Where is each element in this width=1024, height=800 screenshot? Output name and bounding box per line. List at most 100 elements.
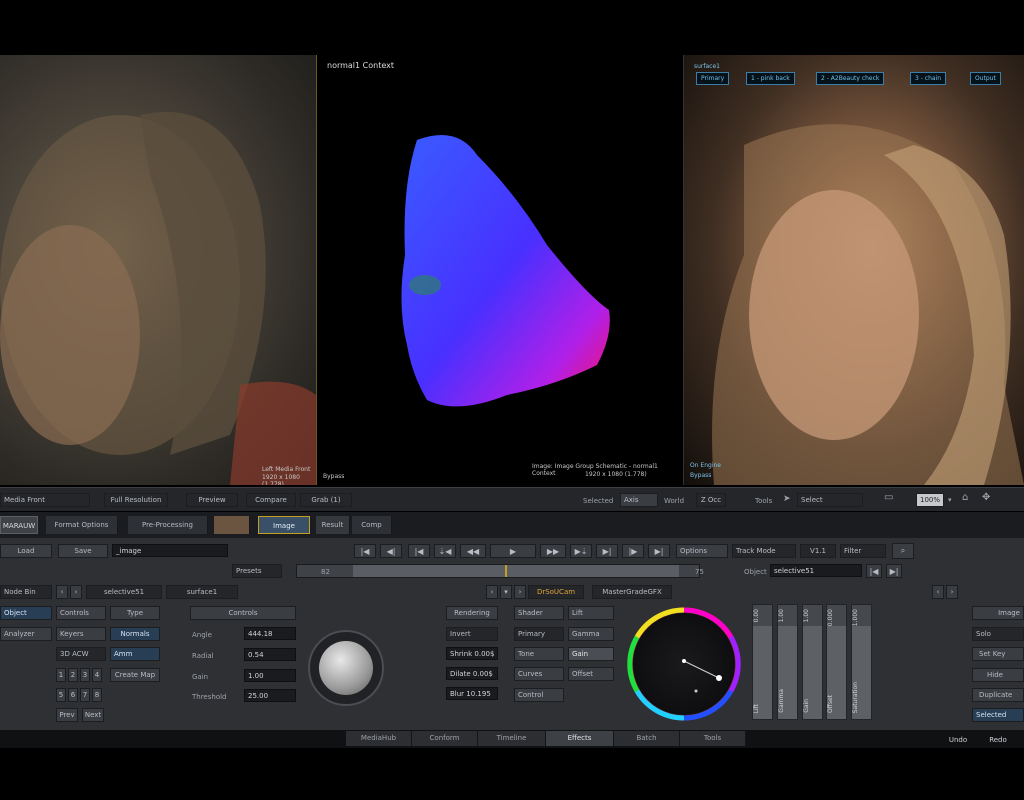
master-grade-tab[interactable]: MasterGradeGFX <box>592 585 672 599</box>
bin-next-button[interactable]: › <box>70 585 82 599</box>
trackball-sphere[interactable] <box>319 641 373 695</box>
analyzer-button[interactable]: Analyzer <box>0 627 52 641</box>
offset-slider[interactable]: 0.000 Offset <box>826 604 847 720</box>
num-8-button[interactable]: 8 <box>92 688 102 702</box>
controls-header[interactable]: Controls <box>190 606 296 620</box>
panel-next-button[interactable]: › <box>946 585 958 599</box>
duplicate-button[interactable]: Duplicate <box>972 688 1024 702</box>
monitor-icon[interactable]: ▭ <box>884 493 893 503</box>
undo-button[interactable]: Undo <box>940 734 976 748</box>
compare-button[interactable]: Compare <box>246 493 296 507</box>
save-button[interactable]: Save <box>58 544 108 558</box>
num-7-button[interactable]: 7 <box>80 688 90 702</box>
tab-batch[interactable]: Batch <box>614 731 680 746</box>
tab-timeline[interactable]: Timeline <box>478 731 546 746</box>
tone-button[interactable]: Tone <box>514 647 564 661</box>
normal-trackball[interactable] <box>308 630 384 706</box>
tab-image-thumbnail[interactable] <box>214 516 250 534</box>
output-label-beauty-check[interactable]: 2 - A2Beauty check <box>816 72 885 85</box>
viewer-left[interactable]: Left Media Front 1920 x 1080 (1.778) <box>0 55 316 485</box>
angle-field[interactable]: 444.18 <box>244 627 296 640</box>
selective-tab[interactable]: selective51 <box>86 585 162 599</box>
full-resolution-button[interactable]: Full Resolution <box>104 493 168 507</box>
num-6-button[interactable]: 6 <box>68 688 78 702</box>
tab-conform[interactable]: Conform <box>412 731 478 746</box>
cam-down-button[interactable]: ▾ <box>500 585 512 599</box>
output-label-primary[interactable]: Primary <box>696 72 730 85</box>
num-3-button[interactable]: 3 <box>80 668 90 682</box>
num-2-button[interactable]: 2 <box>68 668 78 682</box>
num-1-button[interactable]: 1 <box>56 668 66 682</box>
tab-tools[interactable]: Tools <box>680 731 746 746</box>
rendering-button[interactable]: Rendering <box>446 606 498 620</box>
gain-button[interactable]: Gain <box>568 647 614 661</box>
track-mode-dropdown[interactable]: Track Mode <box>732 544 796 558</box>
cursor-icon[interactable]: ➤ <box>783 494 791 504</box>
saturation-slider[interactable]: 1.000 Saturation <box>851 604 872 720</box>
amm-field[interactable]: Amm <box>110 647 160 661</box>
viewer-middle[interactable]: normal1 Context Image: Image Group Schem… <box>316 55 684 485</box>
solo-toggle[interactable]: Solo <box>972 627 1024 641</box>
camera-tab[interactable]: DrSoUCam <box>528 585 584 599</box>
tab-pre-processing[interactable]: Pre-Processing <box>128 516 208 534</box>
bin-prev-button[interactable]: ‹ <box>56 585 68 599</box>
search-icon[interactable]: ⌕ <box>892 543 914 559</box>
cam-next-button[interactable]: › <box>514 585 526 599</box>
surface-tab[interactable]: surface1 <box>166 585 238 599</box>
acw-dropdown[interactable]: 3D ACW <box>56 647 106 661</box>
timeline-playhead[interactable] <box>505 565 507 577</box>
num-4-button[interactable]: 4 <box>92 668 102 682</box>
filter-field[interactable]: Filter <box>840 544 886 558</box>
fast-forward-button[interactable]: ▶▶ <box>540 544 566 558</box>
output-label-output[interactable]: Output <box>970 72 1001 85</box>
primary-button[interactable]: Primary <box>514 627 564 641</box>
zoom-field[interactable]: 100% <box>916 493 944 507</box>
gain-slider[interactable]: 1.00 Gain <box>802 604 823 720</box>
next-key-button[interactable]: |▶ <box>622 544 644 558</box>
panel-prev-button[interactable]: ‹ <box>932 585 944 599</box>
mark-out-button[interactable]: ▶⇣ <box>570 544 592 558</box>
gain-field[interactable]: 1.00 <box>244 669 296 682</box>
object-prev-button[interactable]: |◀ <box>866 564 882 578</box>
color-wheel[interactable] <box>626 606 742 722</box>
radial-field[interactable]: 0.54 <box>244 648 296 661</box>
select-tool-button[interactable]: Select <box>797 493 863 507</box>
home-icon[interactable]: ⌂ <box>962 493 968 503</box>
prev-button[interactable]: Prev <box>56 708 78 722</box>
step-back-button[interactable]: |◀ <box>408 544 430 558</box>
tab-marauw[interactable]: MARAUW <box>0 516 38 534</box>
output-label-chain[interactable]: 3 - chain <box>910 72 947 85</box>
set-key-button[interactable]: Set Key <box>972 647 1024 661</box>
tab-result[interactable]: Result <box>316 516 350 534</box>
selected-button[interactable]: Selected <box>972 708 1024 722</box>
axis-dropdown[interactable]: Axis <box>620 493 658 507</box>
timeline-range-bar[interactable]: 82 75 <box>296 564 704 578</box>
go-start-button[interactable]: |◀ <box>354 544 376 558</box>
image-name-field[interactable]: _image <box>112 544 228 557</box>
object-next-button[interactable]: ▶| <box>886 564 902 578</box>
grab-button[interactable]: Grab (1) <box>300 493 352 507</box>
object-field[interactable]: selective51 <box>770 564 862 577</box>
offset-button[interactable]: Offset <box>568 667 614 681</box>
object-button[interactable]: Object <box>0 606 52 620</box>
type-button[interactable]: Type <box>110 606 160 620</box>
num-5-button[interactable]: 5 <box>56 688 66 702</box>
tab-effects[interactable]: Effects <box>546 731 614 746</box>
dilate-field[interactable]: Dilate 0.00$ <box>446 667 498 680</box>
step-forward-button[interactable]: ▶| <box>596 544 618 558</box>
output-label-pink-back[interactable]: 1 - pink back <box>746 72 795 85</box>
play-button[interactable]: ▶ <box>490 544 536 558</box>
play-reverse-button[interactable]: ◀◀ <box>460 544 486 558</box>
mark-in-button[interactable]: ⇣◀ <box>434 544 456 558</box>
cam-prev-button[interactable]: ‹ <box>486 585 498 599</box>
viewer-right[interactable]: surface1 On Engine Bypass <box>684 55 1024 485</box>
control-button[interactable]: Control <box>514 688 564 702</box>
controls-button[interactable]: Controls <box>56 606 106 620</box>
preview-button[interactable]: Preview <box>186 493 238 507</box>
next-button[interactable]: Next <box>82 708 104 722</box>
tab-image[interactable]: Image <box>258 516 310 534</box>
media-front-button[interactable]: Media Front <box>0 493 90 507</box>
gamma-slider[interactable]: 1.00 Gamma <box>777 604 798 720</box>
threshold-field[interactable]: 25.00 <box>244 689 296 702</box>
prev-key-button[interactable]: ◀| <box>380 544 402 558</box>
